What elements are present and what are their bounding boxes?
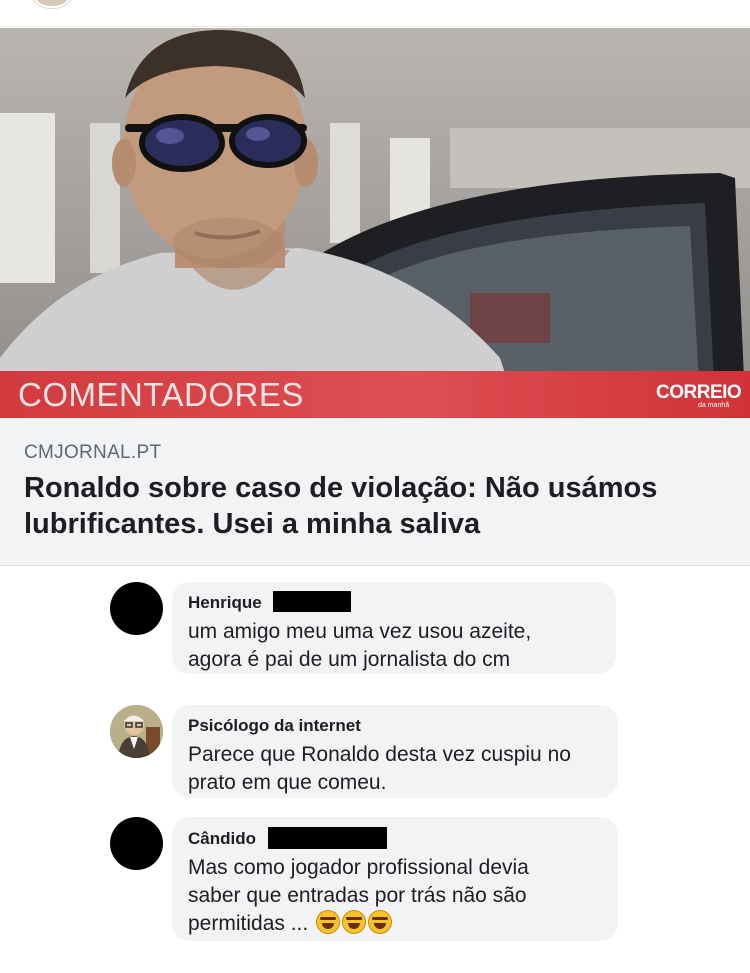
comment-text-fragment: permitidas ... [188,912,309,935]
comment-author[interactable]: Henrique [188,593,262,613]
banner-label: COMENTADORES [18,376,304,413]
comment-text-line: prato em que comeu. [188,771,387,794]
top-bar [0,0,750,27]
comment-text-line: Parece que Ronaldo desta vez cuspiu no [188,743,571,766]
laughing-emoji-icon [368,910,393,934]
comment-author[interactable]: Psicólogo da internet [188,716,361,736]
commenter-avatar[interactable] [110,817,163,870]
comment-text-line: saber que entradas por trás não são [188,884,527,907]
laughing-emoji-icon [342,910,367,934]
redaction-bar [268,827,387,849]
post-image[interactable] [0,28,750,418]
psychologist-avatar-icon [110,705,163,758]
comment-text-line-last: permitidas ... [188,909,393,938]
comment-author[interactable]: Cândido [188,829,256,849]
commenter-avatar[interactable] [110,705,163,758]
correio-logo: CORREIO da manhã [656,382,742,410]
redaction-bar [273,591,351,612]
comment-text-line: agora é pai de um jornalista do cm [188,648,511,671]
laughing-emoji-icon [316,910,341,934]
link-domain: CMJORNAL.PT [24,442,162,463]
link-headline[interactable]: Ronaldo sobre caso de violação: Não usám… [24,470,724,542]
logo-text: CORREIO [656,382,742,403]
logo-subtext: da manhã [698,402,730,409]
profile-avatar[interactable] [30,0,74,8]
comment-text-line: Mas como jogador profissional devia [188,856,529,879]
photo-illustration [0,28,750,418]
commenter-avatar[interactable] [110,582,163,635]
comment-text-line: um amigo meu uma vez usou azeite, [188,620,532,643]
